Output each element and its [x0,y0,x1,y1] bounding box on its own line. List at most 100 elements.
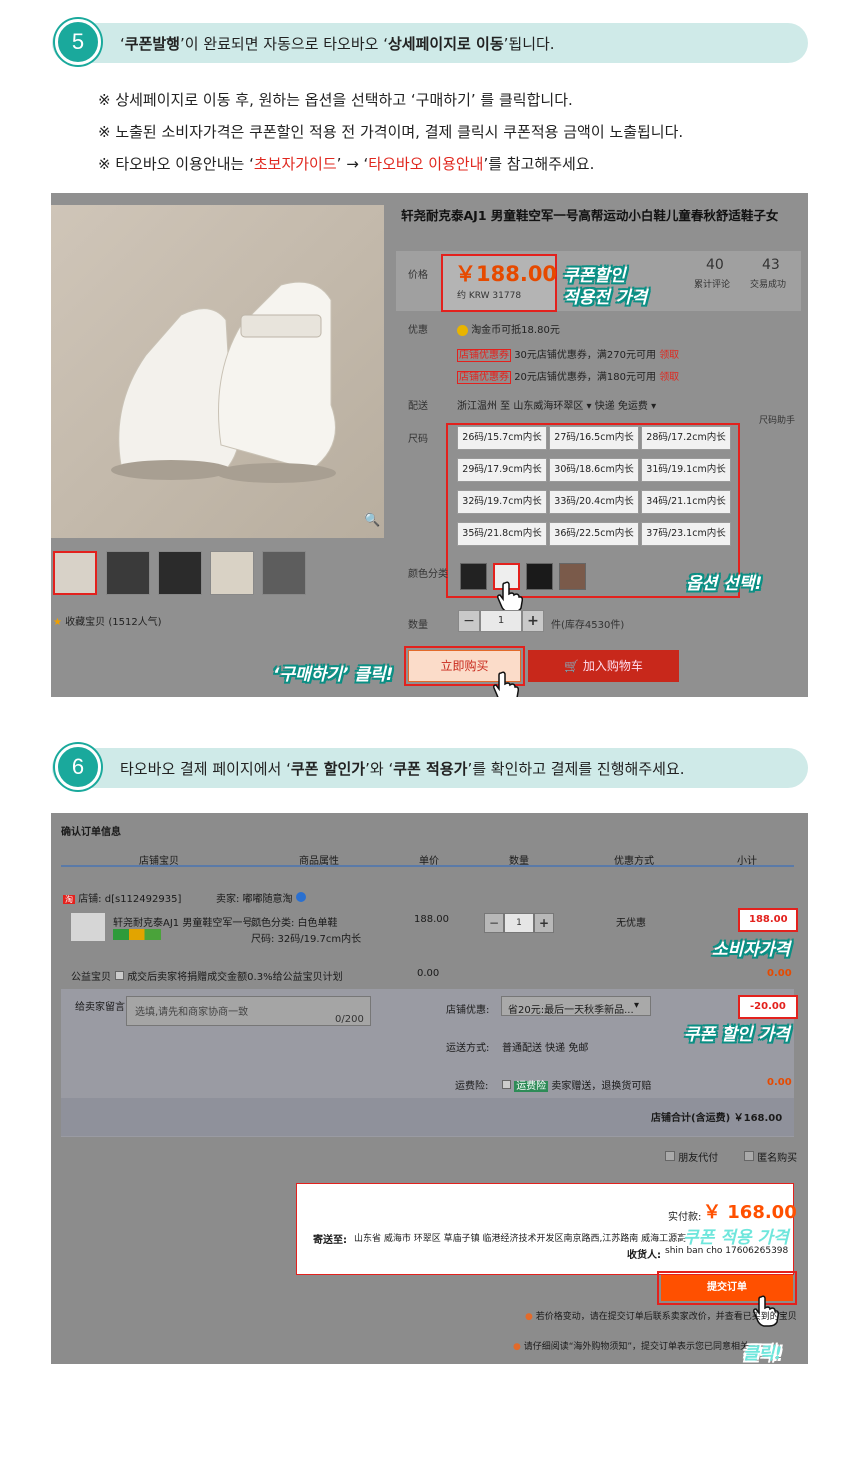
size-option[interactable]: 26码/15.7cm内长 [457,426,547,450]
order-qty-input[interactable]: 1 [504,913,534,933]
info-icon[interactable] [295,892,306,902]
coupon-get-link-1[interactable]: 领取 [659,350,679,361]
anonymous-buy[interactable]: 匿名购买 [744,1149,797,1164]
thumbnail-2[interactable] [106,551,150,595]
promo-label: 优惠 [408,325,428,336]
favorite[interactable]: ★ 收藏宝贝 (1512人气) [53,613,162,628]
thumbnail-3[interactable] [158,551,202,595]
color-swatch-3[interactable] [526,563,553,590]
thumbnail-1[interactable] [53,551,97,595]
step6-text: 타오바오 결제 페이지에서 ‘쿠폰 할인가’와 ‘쿠폰 적용가’를 확인하고 결… [120,760,685,778]
address-label: 寄送至: [313,1235,347,1246]
taobao-guide-link[interactable]: 타오바오 이용안내 [368,155,483,173]
friend-pay[interactable]: 朋友代付 [665,1149,718,1164]
price-krw: 约 KRW 31778 [457,291,522,301]
qty-minus-button[interactable]: − [458,610,480,632]
size-option[interactable]: 29码/17.9cm内长 [457,458,547,482]
color-swatch-1[interactable] [460,563,487,590]
insurance-checkbox[interactable] [502,1080,511,1089]
reviews-label: 累计评论 [694,280,731,290]
hand-pointer-icon-buy [493,671,519,697]
note-2: ※ 노출된 소비자가격은 쿠폰할인 적용 전 가격이며, 결제 클릭시 쿠폰적용… [98,123,684,141]
item-attr-color: 颜色分类: 白色单鞋 [251,918,338,929]
cart-icon: 🛒 [564,659,580,673]
item-badges [113,929,161,940]
anonymous-checkbox[interactable] [744,1151,754,1161]
size-help-link[interactable]: 尺码助手 [759,413,795,426]
callout-buy: ‘구매하기’ 클릭! [273,665,394,685]
coin-icon [457,324,468,336]
step5-number: 5 [55,19,101,65]
charity-checkbox[interactable] [115,971,124,980]
order-qty-minus[interactable]: − [484,913,504,933]
item-discount: 无优惠 [616,918,646,929]
header-divider [61,865,794,867]
charity-amount: 0.00 [417,968,440,979]
shop-name: 淘 店铺: d[s112492935] [63,894,182,905]
size-option[interactable]: 28码/17.2cm内长 [641,426,731,450]
size-option[interactable]: 34码/21.1cm内长 [641,490,731,514]
coupon-amount: -20.00 [750,1001,786,1012]
receiver-text: shin ban cho 17606265398 [665,1246,789,1256]
shop-total: 店铺合计(含运费) ￥168.00 [651,1113,783,1124]
shop-coupon-select[interactable]: 省20元:最后一天秋季新品... ▾ [501,996,651,1016]
shipping-value: 普通配送 快递 免邮 [502,1043,589,1054]
item-unit-price: 188.00 [414,914,449,925]
star-icon: ★ [53,617,62,628]
message-label: 给卖家留言: [75,1002,129,1013]
charity-text: 成交后卖家将捐赠成交金额0.3%给公益宝贝计划 [115,968,343,983]
thumbnail-5[interactable] [262,551,306,595]
actual-pay-amount: ￥ 168.00 [703,1202,797,1223]
step5-text: ‘쿠폰발행’이 완료되면 자동으로 타오바오 ‘상세페이지로 이동’됩니다. [120,35,555,53]
size-option[interactable]: 27码/16.5cm内长 [549,426,639,450]
order-qty-plus[interactable]: + [534,913,554,933]
size-option[interactable]: 33码/20.4cm内长 [549,490,639,514]
item-subtotal: 188.00 [749,914,788,925]
sales-label: 交易成功 [750,280,787,290]
shop-coupon-label: 店铺优惠: [446,1005,490,1016]
chevron-down-icon: ▾ [634,1000,640,1011]
address-text: 山东省 威海市 环翠区 草庙子镇 临港经济技术开发区南京路西,江苏路南 威海工源… [354,1234,687,1244]
size-option[interactable]: 32码/19.7cm内长 [457,490,547,514]
ship-label: 配送 [408,401,428,412]
charity-label: 公益宝贝 [71,972,111,983]
qty-plus-button[interactable]: + [522,610,544,632]
price-label: 价格 [408,270,428,281]
price-value: ￥188.00 [455,262,558,286]
friend-pay-checkbox[interactable] [665,1151,675,1161]
shoe-illustration [111,281,336,483]
product-main-image[interactable]: 🔍 [51,205,384,538]
message-textarea[interactable]: 选填,请先和商家协商一致 0/200 [126,996,371,1026]
size-option[interactable]: 31码/19.1cm内长 [641,458,731,482]
actual-pay-label: 实付款: [668,1212,702,1223]
item-thumbnail[interactable] [71,913,105,941]
reviews-count: 40 [706,257,724,273]
thumbnail-4[interactable] [210,551,254,595]
add-cart-button[interactable]: 🛒 加入购物车 [528,650,679,682]
hand-pointer-icon [497,581,523,613]
tip-overseas: ● 请仔细阅读“海外购物须知”，提交订单表示您已同意相关 [513,1342,750,1352]
qty-input[interactable]: 1 [480,610,522,632]
ship-select[interactable]: 浙江温州 至 山东威海环翠区 ▾ 快递 免运费 ▾ [457,397,656,412]
receiver-label: 收货人: [627,1250,661,1261]
size-option[interactable]: 37码/23.1cm内长 [641,522,731,546]
coupon-row-1: 店铺优惠券 30元店铺优惠券，满270元可用 领取 [457,349,680,362]
qty-label: 数量 [408,620,428,631]
sales-count: 43 [762,257,780,273]
size-option[interactable]: 36码/22.5cm内长 [549,522,639,546]
size-option[interactable]: 35码/21.8cm内长 [457,522,547,546]
callout-coupon-discount: 쿠폰 할인 가격 [684,1025,790,1045]
step6-number: 6 [55,744,101,790]
tip-price-change: ● 若价格变动，请在提交订单后联系卖家改价，并查看已买到的宝贝 [525,1312,797,1322]
size-label: 尺码 [408,434,428,445]
size-option[interactable]: 30码/18.6cm内长 [549,458,639,482]
color-swatch-4[interactable] [559,563,586,590]
beginner-guide-link[interactable]: 초보자가이드 [254,155,337,173]
order-page-screenshot: 确认订单信息 店铺宝贝 商品属性 单价 数量 优惠方式 小计 淘 店铺: d[s… [51,813,808,1364]
coin-row: 淘金币可抵18.80元 [457,321,560,336]
item-name[interactable]: 轩尧耐克泰AJ1 男童鞋空军一号... [113,914,262,929]
search-icon[interactable]: 🔍 [364,513,380,528]
order-heading: 确认订单信息 [61,827,121,838]
charity-subtotal: 0.00 [767,968,792,979]
coupon-get-link-2[interactable]: 领取 [659,372,679,383]
